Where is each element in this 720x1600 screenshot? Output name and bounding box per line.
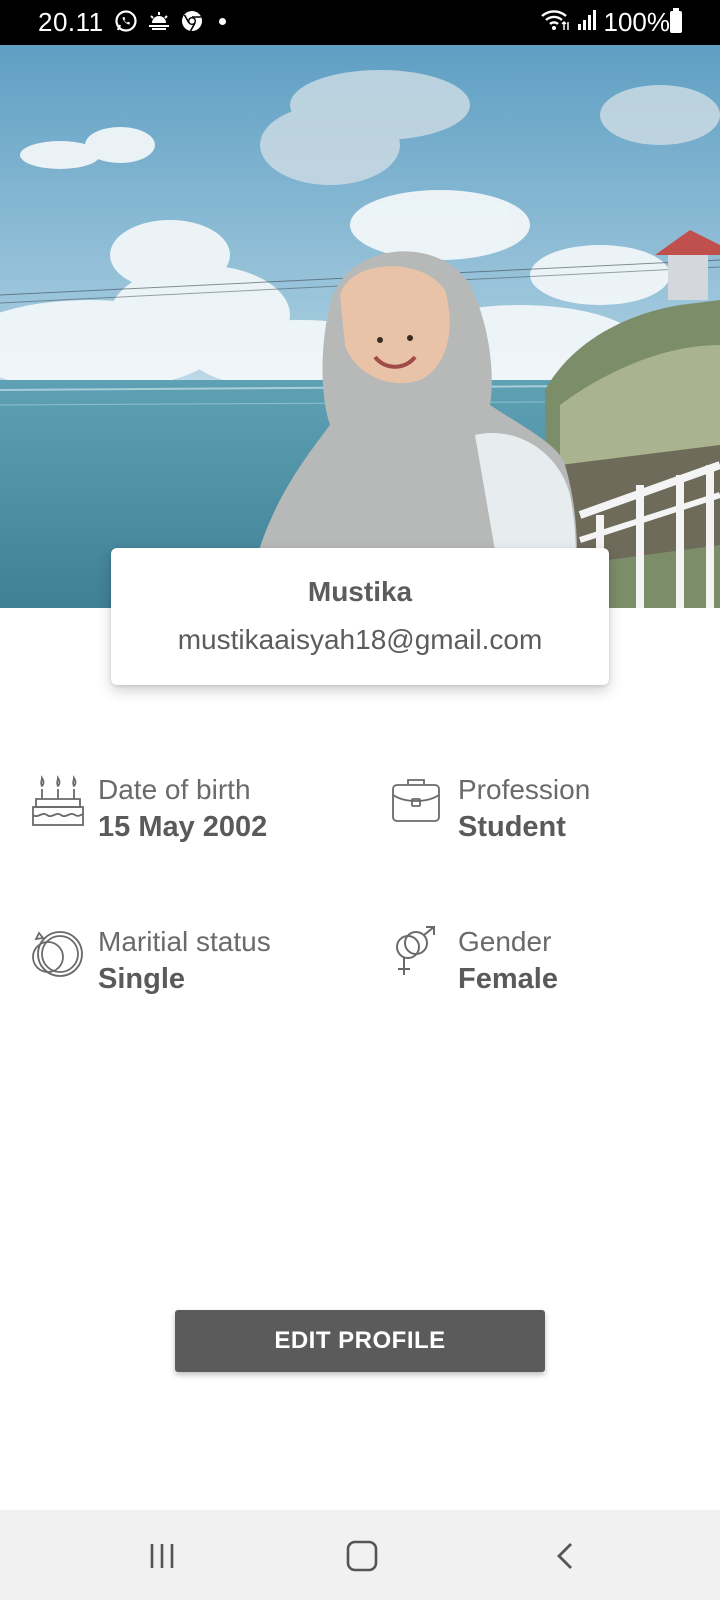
home-icon[interactable] (338, 1532, 386, 1580)
system-status: 100% (540, 7, 671, 38)
rings-icon (30, 925, 86, 981)
battery-percentage: 100% (603, 7, 671, 37)
gender-value: Female (458, 963, 558, 995)
dob-value: 15 May 2002 (98, 811, 268, 843)
cover-photo (0, 45, 720, 608)
recent-apps-icon[interactable] (138, 1532, 186, 1580)
chrome-icon (180, 9, 204, 33)
info-gender: Gender Female (390, 925, 558, 999)
edit-profile-button[interactable]: EDIT PROFILE (175, 1310, 545, 1372)
battery-icon (670, 8, 682, 33)
marital-value: Single (98, 963, 186, 995)
gender-icon (390, 925, 446, 981)
dob-label: Date of birth (98, 774, 251, 805)
notification-icons (114, 9, 226, 33)
marital-label: Maritial status (98, 926, 271, 957)
status-bar: 20.11 100% (0, 0, 720, 45)
navigation-bar (0, 1510, 720, 1600)
profile-card: Mustika mustikaaisyah18@gmail.com (111, 548, 609, 685)
more-notifications-dot (219, 17, 226, 25)
birthday-cake-icon (30, 773, 86, 829)
profession-label: Profession (458, 774, 591, 805)
whatsapp-icon (114, 9, 138, 33)
briefcase-icon (390, 773, 446, 829)
signal-icon (576, 8, 598, 37)
profile-email: mustikaaisyah18@gmail.com (177, 624, 543, 655)
weather-icon (147, 9, 171, 33)
info-profession: Profession Student (390, 773, 590, 847)
info-marital-status: Maritial status Single (30, 925, 271, 999)
gender-label: Gender (458, 926, 552, 957)
info-date-of-birth: Date of birth 15 May 2002 (30, 773, 267, 847)
profession-value: Student (458, 811, 566, 843)
wifi-icon (540, 8, 570, 37)
profile-name: Mustika (307, 576, 413, 607)
back-icon[interactable] (542, 1532, 590, 1580)
status-time: 20.11 (38, 7, 104, 37)
